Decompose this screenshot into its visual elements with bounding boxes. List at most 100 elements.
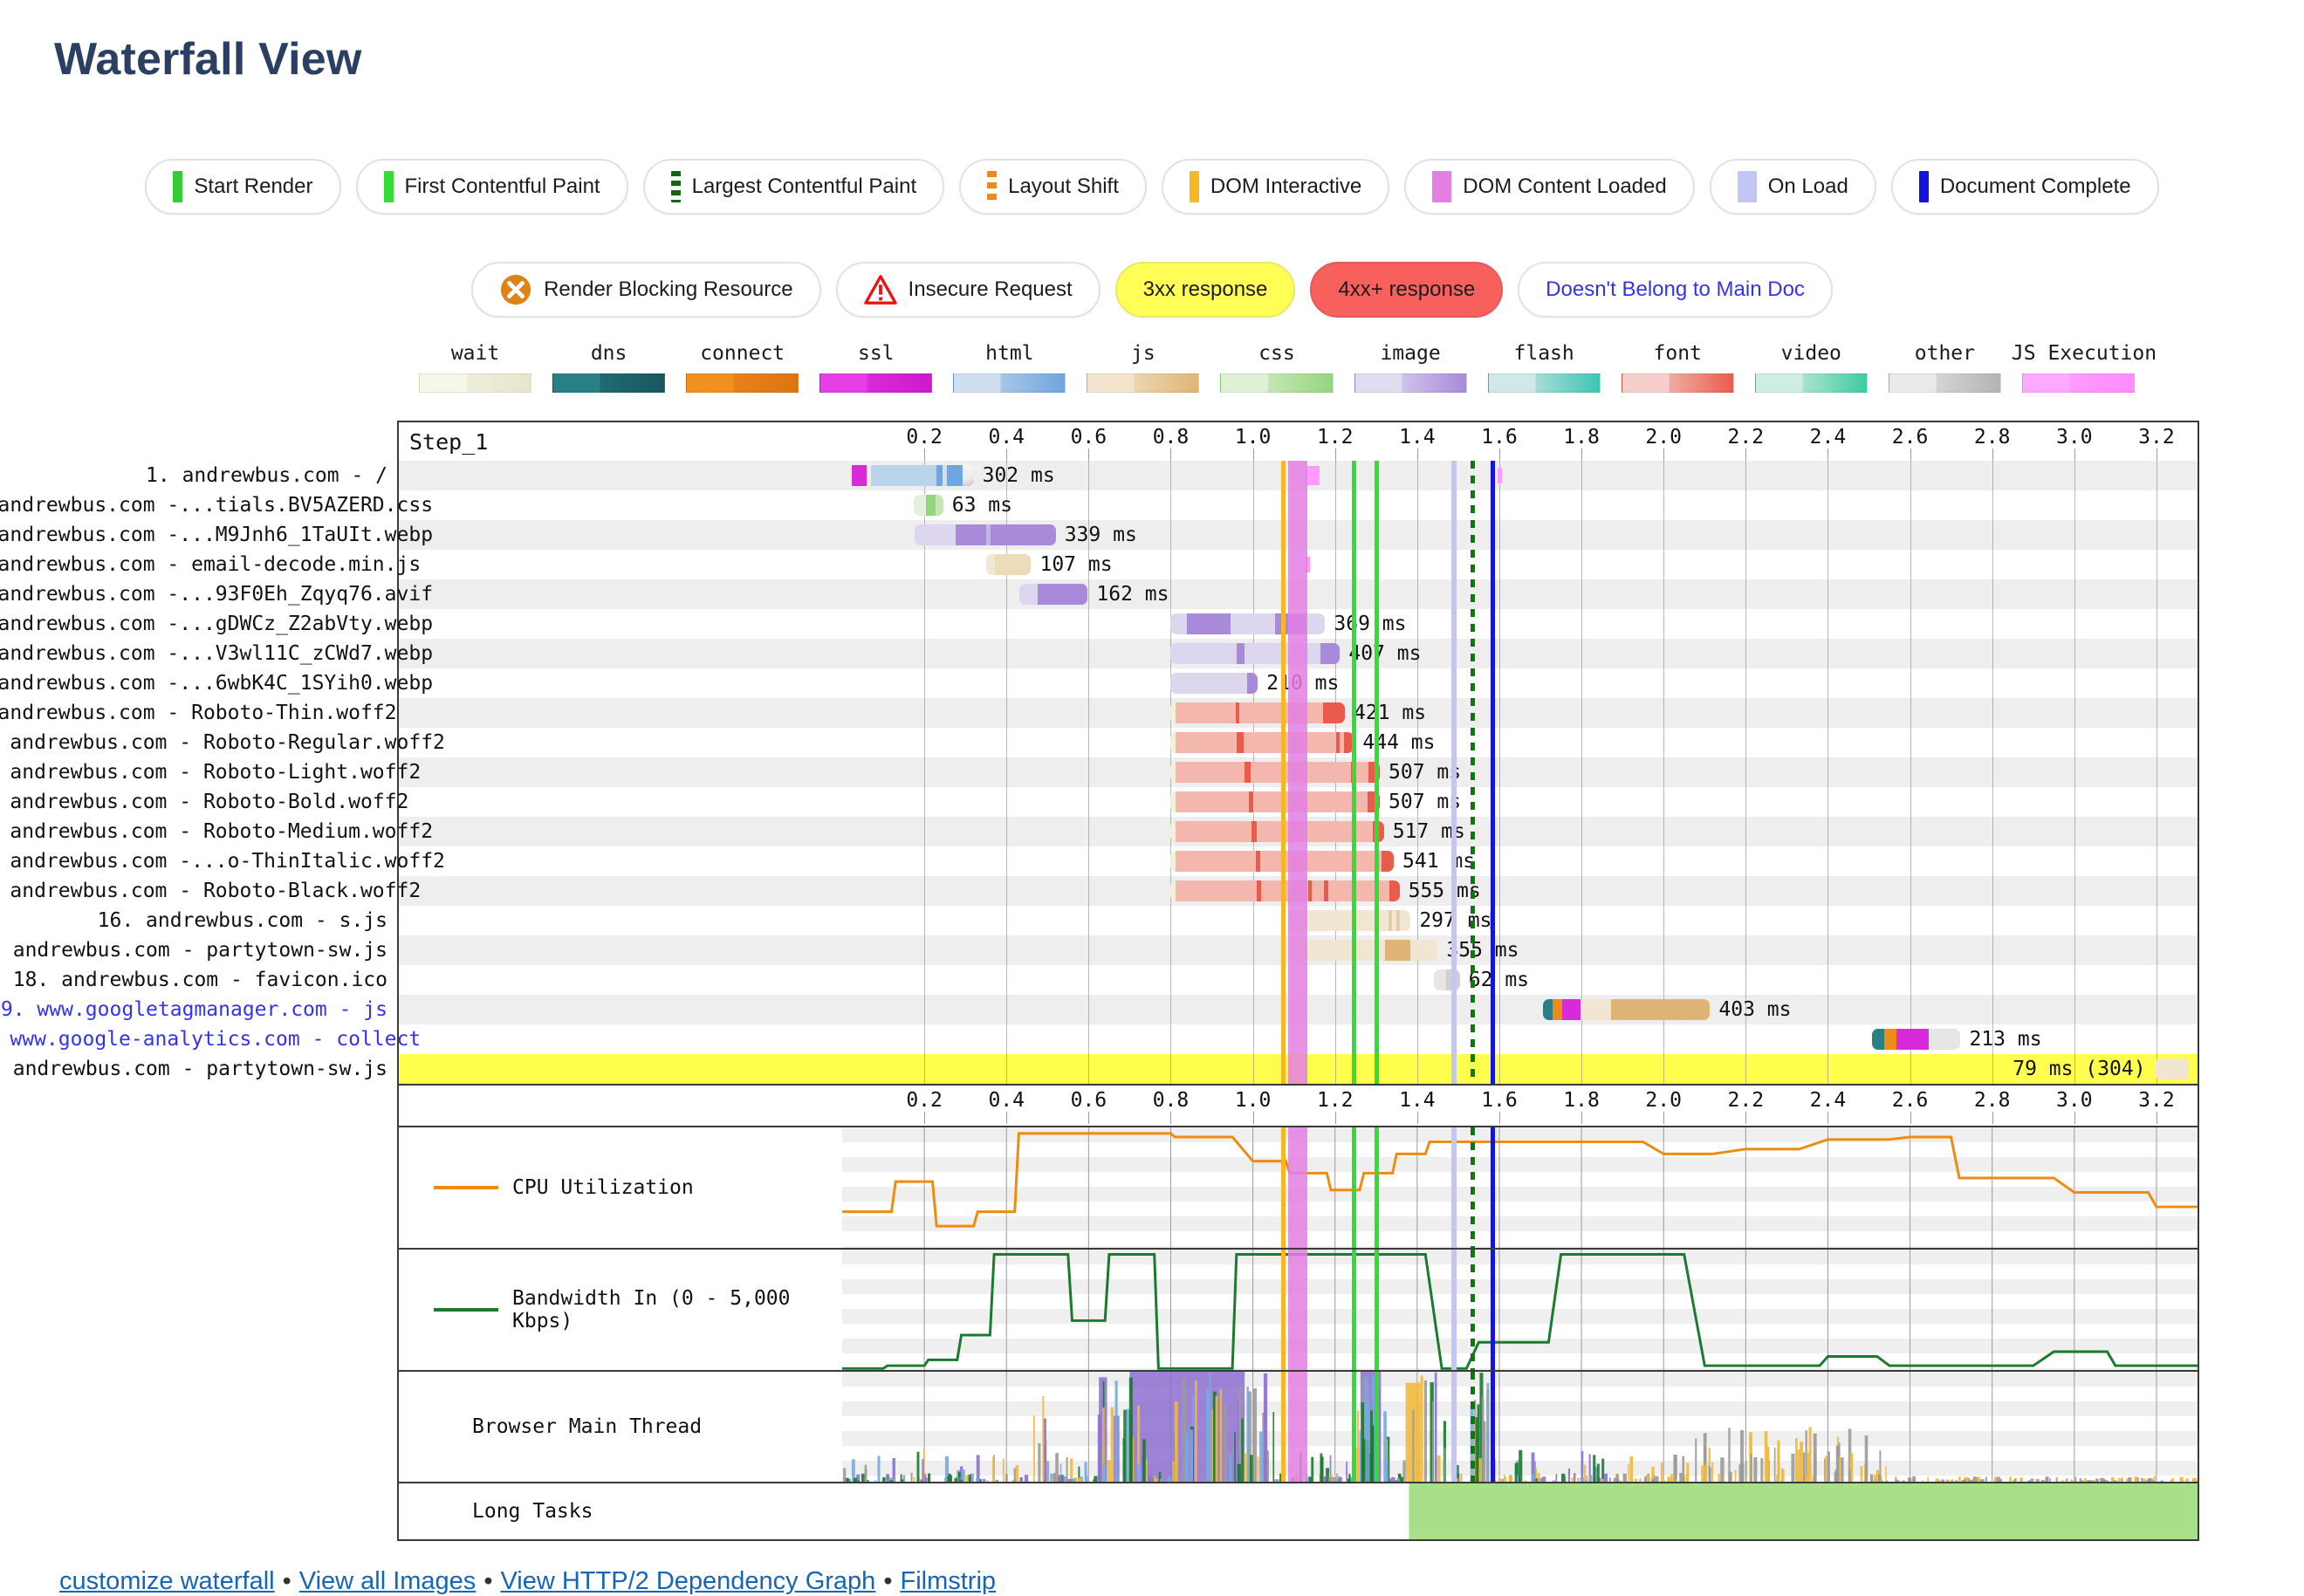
legend-chip-render-blocking-resource[interactable]: Render Blocking Resource	[471, 262, 821, 318]
axis-tick-label: 3.0	[2056, 1089, 2093, 1112]
request-bar[interactable]	[1871, 1029, 1961, 1050]
request-bar-segment	[1252, 791, 1368, 812]
request-bar[interactable]	[1543, 999, 1711, 1020]
row-gridline	[1910, 639, 1911, 668]
request-bar[interactable]	[1170, 732, 1354, 753]
row-gridline	[1006, 639, 1008, 668]
request-label[interactable]: 20. www.google-analytics.com - collect	[0, 1024, 421, 1054]
row-gridline	[1581, 935, 1583, 965]
waterfall-page: Waterfall View Start Render First Content…	[0, 0, 2304, 1595]
request-bar[interactable]	[914, 524, 1056, 545]
request-bar[interactable]	[2154, 1058, 2189, 1079]
request-bar[interactable]	[1170, 702, 1346, 723]
request-bar[interactable]	[1170, 762, 1381, 783]
request-label[interactable]: 11. andrewbus.com - Roboto-Light.woff2	[0, 757, 421, 787]
table-row[interactable]: 20. www.google-analytics.com - collect 21…	[0, 1024, 2198, 1054]
footer-link-filmstrip[interactable]: Filmstrip	[900, 1567, 996, 1595]
table-row[interactable]: 17. andrewbus.com - partytown-sw.js 355 m…	[0, 935, 2198, 965]
legend-chip-document-complete[interactable]: Document Complete	[1890, 159, 2159, 215]
request-label[interactable]: 14. andrewbus.com -...o-ThinItalic.woff2	[0, 846, 445, 876]
request-bar-segment	[1928, 1029, 1961, 1050]
request-bar-segment	[1327, 880, 1390, 901]
request-label[interactable]: 16. andrewbus.com - s.js	[0, 906, 396, 935]
request-label[interactable]: 18. andrewbus.com - favicon.ico	[0, 965, 396, 995]
row-gridline	[1663, 817, 1665, 846]
request-label[interactable]: 21. andrewbus.com - partytown-sw.js	[0, 1054, 396, 1084]
request-bar[interactable]	[1019, 584, 1088, 605]
table-row[interactable]: 19. www.googletagmanager.com - js 403 ms	[0, 995, 2198, 1024]
footer-link-customize-waterfall[interactable]: customize waterfall	[59, 1567, 275, 1595]
request-bar[interactable]	[1170, 880, 1400, 901]
request-label[interactable]: 1. andrewbus.com - /	[0, 461, 396, 490]
request-label[interactable]: 8. andrewbus.com -...6wbK4C_1SYih0.webp	[0, 668, 433, 698]
mime-legend-swatch	[1220, 373, 1334, 393]
request-label[interactable]: 15. andrewbus.com - Roboto-Black.woff2	[0, 876, 421, 906]
row-gridline	[1088, 461, 1090, 490]
table-row[interactable]: 5. andrewbus.com -...93F0Eh_Zqyq76.avif 1…	[0, 579, 2198, 609]
table-row[interactable]: 14. andrewbus.com -...o-ThinItalic.woff2…	[0, 846, 2198, 876]
request-bar-segment	[1038, 584, 1088, 605]
request-bar[interactable]	[1170, 791, 1381, 812]
request-bar[interactable]	[1170, 613, 1326, 634]
legend-chip-first-contentful-paint[interactable]: First Contentful Paint	[355, 159, 628, 215]
request-bar-segment	[1323, 702, 1346, 723]
request-bar[interactable]	[914, 495, 943, 516]
legend-chip-3xx-response[interactable]: 3xx response	[1114, 262, 1296, 318]
request-bar[interactable]	[1170, 673, 1258, 694]
table-row[interactable]: 7. andrewbus.com -...V3wl11C_zCWd7.webp 4…	[0, 639, 2198, 668]
request-label[interactable]: 19. www.googletagmanager.com - js	[0, 995, 396, 1024]
table-row[interactable]: 4. andrewbus.com - email-decode.min.js 10…	[0, 550, 2198, 579]
request-label[interactable]: 2. andrewbus.com -...tials.BV5AZERD.css	[0, 490, 433, 520]
request-bar[interactable]	[1170, 643, 1341, 664]
table-row[interactable]: 16. andrewbus.com - s.js 297 ms	[98, 906, 2198, 935]
request-label[interactable]: 6. andrewbus.com -...gDWCz_Z2abVty.webp	[0, 609, 433, 639]
table-row[interactable]: 15. andrewbus.com - Roboto-Black.woff2 55…	[0, 876, 2198, 906]
request-label[interactable]: 10. andrewbus.com - Roboto-Regular.woff2	[0, 728, 445, 757]
table-row[interactable]: 8. andrewbus.com -...6wbK4C_1SYih0.webp 2…	[0, 668, 2198, 698]
request-label[interactable]: 17. andrewbus.com - partytown-sw.js	[0, 935, 396, 965]
waterfall-header: Step_1 0.2 0.4 0.6 0.8 1.0 1.2 1.4 1.6 1.8 2.0 2.2…	[399, 422, 2198, 461]
request-label[interactable]: 13. andrewbus.com - Roboto-Medium.woff2	[0, 817, 433, 846]
request-bar[interactable]	[1433, 969, 1460, 990]
table-row[interactable]: 18. andrewbus.com - favicon.ico 62 ms	[13, 965, 2198, 995]
table-row[interactable]: 6. andrewbus.com -...gDWCz_Z2abVty.webp 3…	[0, 609, 2198, 639]
table-row[interactable]: 1. andrewbus.com - /302 ms	[146, 461, 2198, 490]
legend-chip-insecure-request[interactable]: Insecure Request	[835, 262, 1101, 318]
legend-chip-start-render[interactable]: Start Render	[145, 159, 341, 215]
mime-legend-label: html	[985, 342, 1034, 365]
table-row[interactable]: 9. andrewbus.com - Roboto-Thin.woff2 421 …	[0, 698, 2198, 728]
legend-chip-largest-contentful-paint[interactable]: Largest Contentful Paint	[642, 159, 945, 215]
table-row[interactable]: 13. andrewbus.com - Roboto-Medium.woff2 5…	[0, 817, 2198, 846]
legend-chip-4xx-response[interactable]: 4xx+ response	[1310, 262, 1504, 318]
request-label[interactable]: 4. andrewbus.com - email-decode.min.js	[0, 550, 421, 579]
legend-chip-dom-interactive[interactable]: DOM Interactive	[1161, 159, 1390, 215]
legend-chip-on-load[interactable]: On Load	[1709, 159, 1876, 215]
request-bar[interactable]	[1170, 851, 1395, 872]
row-gridline	[1663, 876, 1665, 906]
table-row[interactable]: 21. andrewbus.com - partytown-sw.js 79 ms…	[0, 1054, 2198, 1084]
table-row[interactable]: 2. andrewbus.com -...tials.BV5AZERD.css 6…	[0, 490, 2198, 520]
table-row[interactable]: 3. andrewbus.com -...M9Jnh6_1TaUIt.webp 3…	[0, 520, 2198, 550]
request-label[interactable]: 12. andrewbus.com - Roboto-Bold.woff2	[0, 787, 408, 817]
request-bar[interactable]	[1287, 910, 1411, 931]
legend-chip-layout-shift[interactable]: Layout Shift	[959, 159, 1147, 215]
footer-link-view-all-images[interactable]: View all Images	[299, 1567, 477, 1595]
legend-chip-dom-content-loaded[interactable]: DOM Content Loaded	[1404, 159, 1695, 215]
table-row[interactable]: 10. andrewbus.com - Roboto-Regular.woff2…	[0, 728, 2198, 757]
request-bar[interactable]	[1291, 940, 1438, 961]
request-rows: 1. andrewbus.com - /302 ms 2. andrewbus.c…	[0, 461, 2198, 1084]
table-row[interactable]: 11. andrewbus.com - Roboto-Light.woff2 50…	[0, 757, 2198, 787]
row-gridline	[1006, 995, 1008, 1024]
request-label[interactable]: 7. andrewbus.com -...V3wl11C_zCWd7.webp	[0, 639, 433, 668]
footer-link-view-http-2-dependency-graph[interactable]: View HTTP/2 Dependency Graph	[500, 1567, 875, 1595]
request-label[interactable]: 3. andrewbus.com -...M9Jnh6_1TaUIt.webp	[0, 520, 433, 550]
request-label[interactable]: 5. andrewbus.com -...93F0Eh_Zqyq76.avif	[0, 579, 433, 609]
legend-chip-doesn-t-belong-to-main-doc[interactable]: Doesn't Belong to Main Doc	[1518, 262, 1833, 318]
request-label[interactable]: 9. andrewbus.com - Roboto-Thin.woff2	[0, 698, 397, 728]
table-row[interactable]: 12. andrewbus.com - Roboto-Bold.woff2 507…	[0, 787, 2198, 817]
row-gridline	[2074, 1024, 2075, 1054]
axis-gridline	[1910, 449, 1911, 461]
request-bar[interactable]	[1170, 821, 1384, 842]
request-bar[interactable]	[847, 465, 974, 486]
request-bar[interactable]	[985, 554, 1032, 575]
